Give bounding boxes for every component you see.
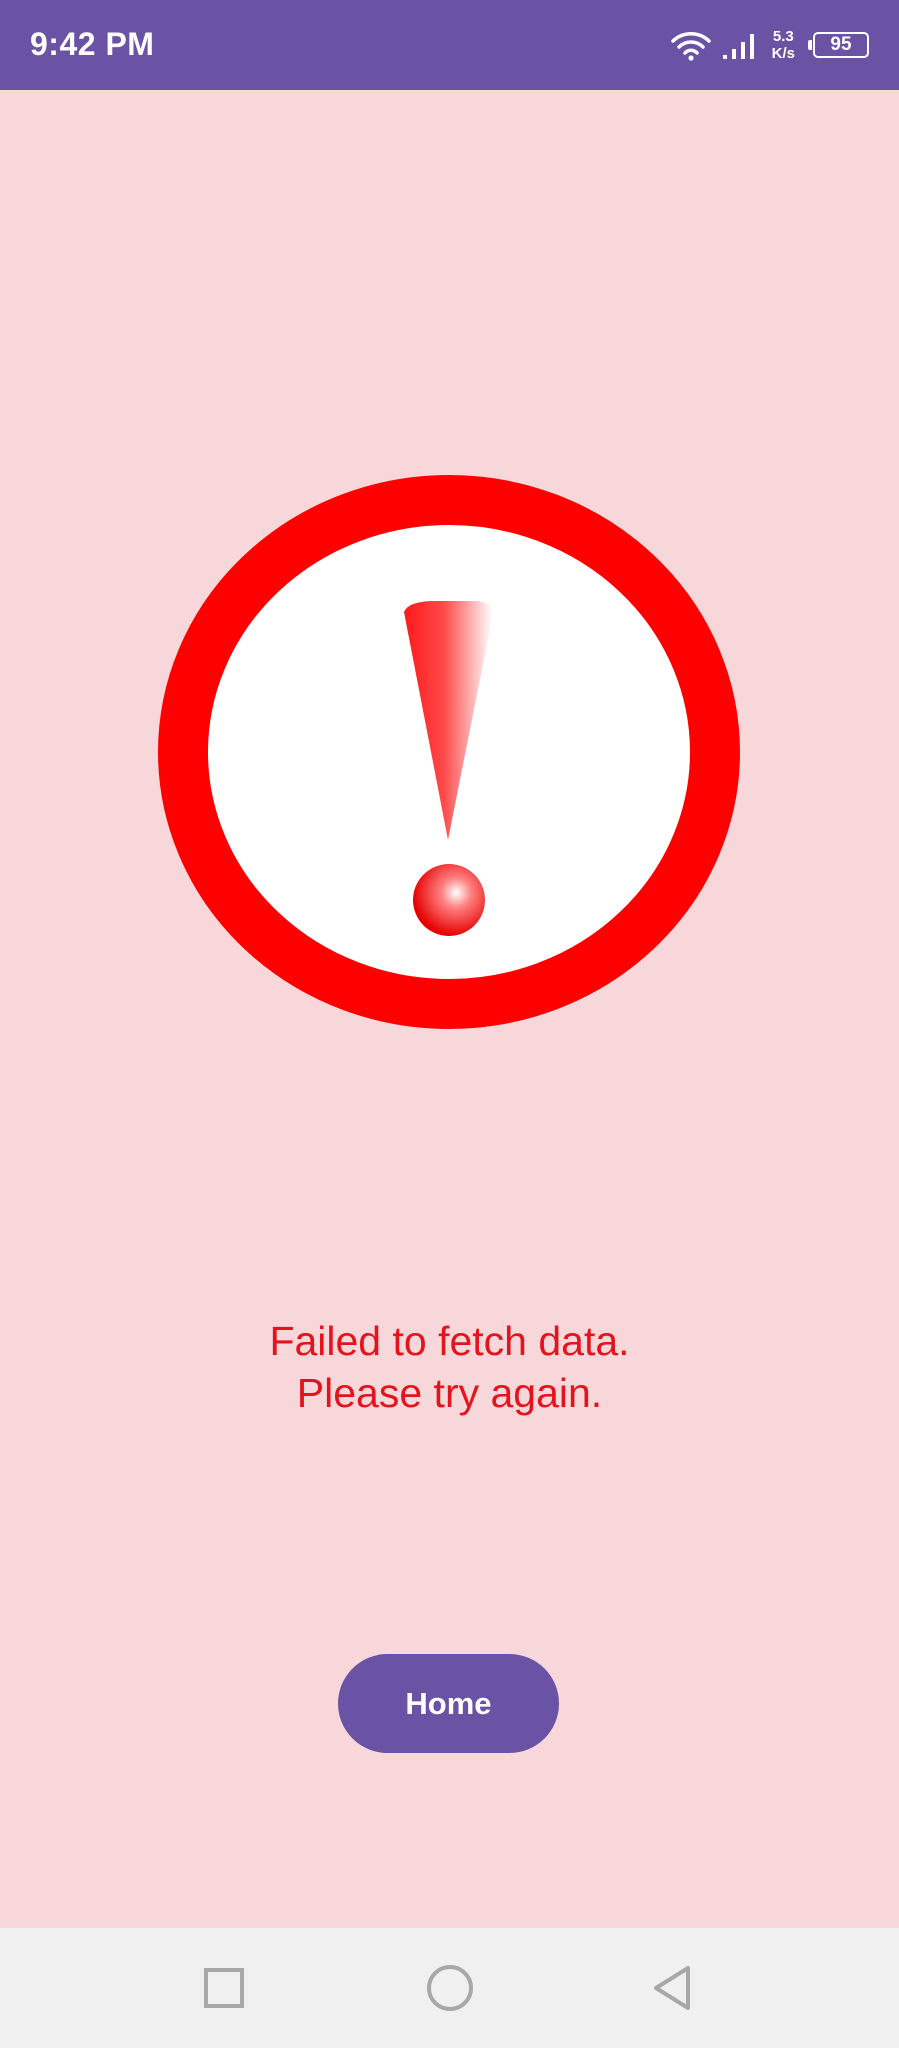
status-icons: 5.3 K/s 95	[670, 20, 869, 70]
back-triangle-icon	[654, 1966, 690, 2010]
exclamation-warning-icon	[158, 475, 740, 1029]
home-nav-button[interactable]	[418, 1956, 482, 2020]
home-circle-icon	[427, 1965, 473, 2011]
network-speed: 5.3 K/s	[772, 28, 795, 62]
wifi-icon	[670, 32, 711, 61]
status-time: 9:42 PM	[30, 26, 155, 62]
battery-icon: 95	[808, 32, 869, 58]
signal-strength-icon	[722, 34, 754, 59]
back-button[interactable]	[640, 1956, 704, 2020]
network-speed-unit: K/s	[771, 45, 795, 62]
network-speed-value: 5.3	[772, 28, 794, 45]
home-button[interactable]: Home	[338, 1654, 559, 1753]
recents-square-icon	[204, 1968, 244, 2008]
navigation-bar	[0, 1928, 899, 2048]
status-bar: 9:42 PM 5.3 K/s 95	[0, 0, 899, 90]
recents-button[interactable]	[192, 1956, 256, 2020]
error-message: Failed to fetch data. Please try again.	[269, 1318, 630, 1416]
exclamation-dot	[413, 864, 485, 936]
battery-level: 95	[830, 34, 852, 55]
